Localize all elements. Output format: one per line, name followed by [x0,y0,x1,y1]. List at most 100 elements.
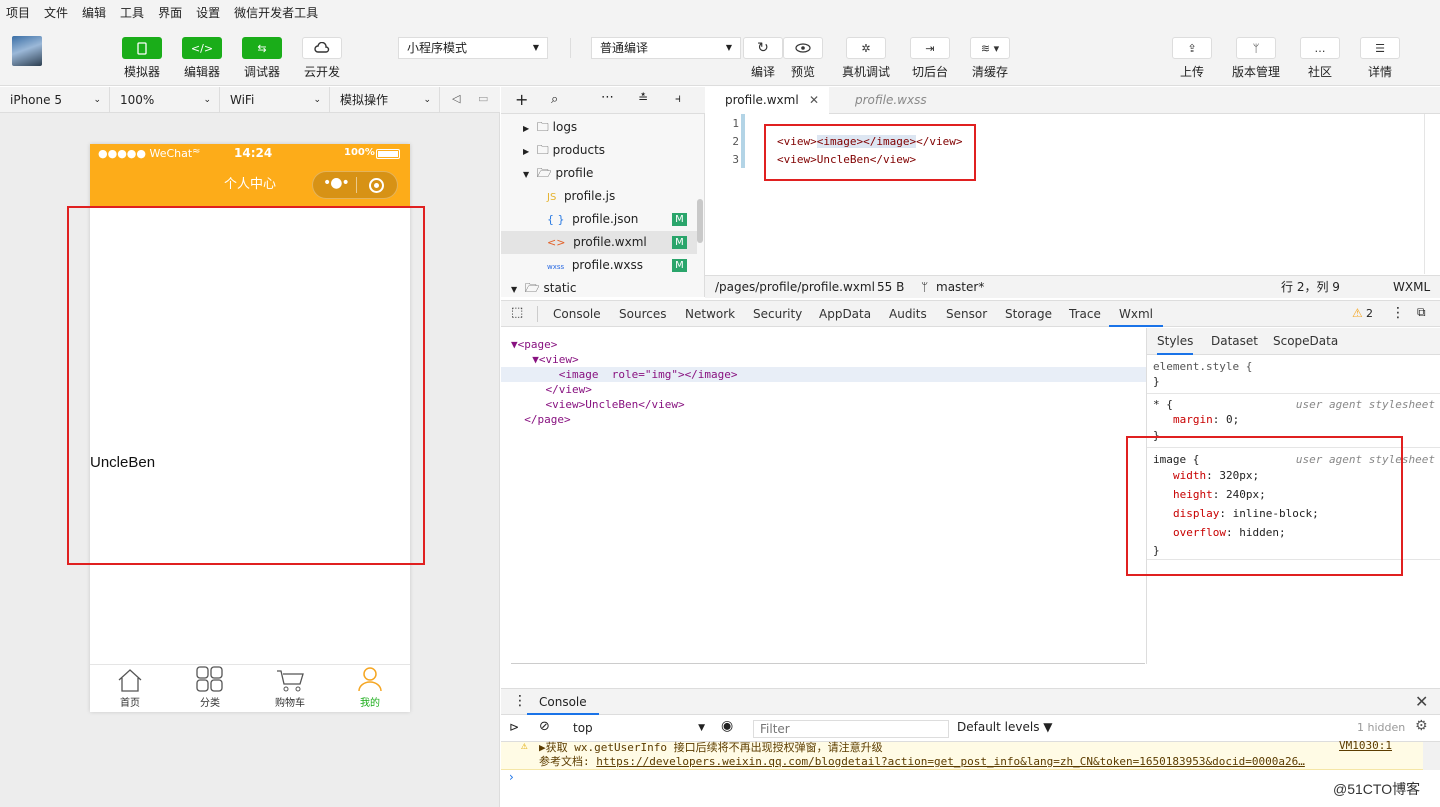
menu-item-project[interactable]: 项目 [6,4,30,21]
filter-input[interactable] [753,720,949,738]
tree-item-products[interactable]: ▶ 🗀 products [501,139,697,162]
more-dots-icon[interactable]: •●• [323,175,350,191]
tab-storage[interactable]: Storage [1005,301,1052,327]
tree-item-logs[interactable]: ▶ 🗀 logs [501,116,697,139]
menu-item-devtools[interactable]: 微信开发者工具 [234,4,318,21]
debugger-button[interactable]: ⇆ 调试器 [242,37,282,80]
editor-button[interactable]: </> 编辑器 [182,37,222,80]
tab-dataset[interactable]: Dataset [1211,328,1258,355]
status-branch[interactable]: master* [936,276,984,298]
close-icon[interactable]: ✕ [809,87,819,114]
tree-item-profile-wxml[interactable]: <> profile.wxml M [501,231,697,254]
tab-profile-wxss[interactable]: profile.wxss [829,87,953,114]
menu-item-tools[interactable]: 工具 [120,4,144,21]
search-icon[interactable]: ⌕ [551,92,558,107]
chevron-down-icon: ⌄ [423,95,431,105]
upload-cloud-icon: ⇪ [1172,37,1212,59]
tab-trace[interactable]: Trace [1069,301,1101,327]
clear-cache-button[interactable]: ≋ ▾ 清缓存 [970,37,1010,80]
clear-console-icon[interactable]: ⊘ [539,719,550,734]
volume-icon[interactable]: ◁ [452,92,460,105]
wxml-node-page-close[interactable]: </page> [511,413,570,426]
tree-item-static[interactable]: ▼ 🗁 static [501,277,697,300]
wxml-node-view-text[interactable]: <view>UncleBen</view> [519,398,684,411]
eye-icon[interactable]: ◉ [721,718,733,734]
device-select[interactable]: iPhone 5 ⌄ [0,87,110,113]
gear-icon[interactable]: ⚙ [1415,718,1428,734]
compile-select[interactable]: 普通编译 ▼ [591,37,741,59]
selector: * { [1153,398,1173,411]
real-debug-button[interactable]: ✲ 真机调试 [842,37,890,80]
wxml-node-image[interactable]: <image role="img"></image> [519,368,738,381]
community-button[interactable]: … 社区 [1300,37,1340,80]
tree-item-profile[interactable]: ▼ 🗁 profile [501,162,697,185]
details-button[interactable]: ☰ 详情 [1360,37,1400,80]
doc-link[interactable]: https://developers.weixin.qq.com/blogdet… [596,755,1305,768]
tree-item-profile-wxss[interactable]: wxss profile.wxss M [501,254,697,277]
compile-button[interactable]: ↻ 编译 [743,37,783,80]
sidebar-toggle-icon[interactable]: ⊳ [509,720,519,734]
background-button[interactable]: ⇥ 切后台 [910,37,950,80]
tree-item-profile-js[interactable]: JS profile.js [501,185,697,208]
more-icon[interactable]: ⋯ [601,90,614,105]
undock-icon[interactable]: ⧉ [1417,305,1426,320]
doc-prefix: 参考文档: [539,755,597,768]
warning-icon[interactable]: ⚠ [1352,306,1363,320]
close-circle-icon[interactable] [369,178,384,193]
kebab-menu-icon[interactable]: ⋮ [513,693,527,709]
window-icon[interactable]: ▭ [478,92,488,105]
tab-profile-wxml[interactable]: profile.wxml ✕ [705,87,829,114]
tree-item-label: profile.wxml [573,235,647,249]
menu-item-file[interactable]: 文件 [44,4,68,21]
tab-security[interactable]: Security [753,301,802,327]
status-cursor[interactable]: 行 2，列 9 [1281,276,1340,298]
cloud-button[interactable]: 云开发 [302,37,342,80]
console-prompt[interactable]: › @51CTO博客 [501,770,1440,807]
tab-sources[interactable]: Sources [619,301,666,327]
compile-label: 编译 [750,65,775,79]
scrollbar[interactable] [697,199,703,243]
tab-scopedata[interactable]: ScopeData [1273,328,1338,355]
close-icon[interactable]: ✕ [1415,692,1428,711]
capsule-menu[interactable]: •●• [312,171,398,199]
levels-select[interactable]: Default levels ▼ [957,720,1053,734]
tab-mine[interactable]: 我的 [330,665,410,712]
status-language[interactable]: WXML [1393,276,1430,298]
tab-label: profile.wxml [725,93,799,107]
menu-item-view[interactable]: 界面 [158,4,182,21]
tree-item-profile-json[interactable]: { } profile.json M [501,208,697,231]
operation-select[interactable]: 模拟操作 ⌄ [330,87,440,113]
inspect-icon[interactable]: ⬚ [511,305,523,320]
wxml-node-page[interactable]: ▼<page> [511,338,557,351]
version-button[interactable]: ᛘ 版本管理 [1232,37,1280,80]
upload-button[interactable]: ⇪ 上传 [1172,37,1212,80]
tab-category[interactable]: 分类 [170,665,250,712]
avatar[interactable] [12,36,42,66]
tab-console-drawer[interactable]: Console [527,689,599,715]
tab-console[interactable]: Console [553,301,601,327]
tab-appdata[interactable]: AppData [819,301,871,327]
wxml-node-view-close[interactable]: </view> [519,383,591,396]
tab-wxml[interactable]: Wxml [1109,301,1163,327]
network-select[interactable]: WiFi ⌄ [220,87,330,113]
tab-cart[interactable]: 购物车 [250,665,330,712]
collapse-icon[interactable]: ≛ [638,91,648,105]
menu-item-settings[interactable]: 设置 [196,4,220,21]
wxml-node-view[interactable]: ▼<view> [519,353,578,366]
zoom-select[interactable]: 100% ⌄ [110,87,220,113]
context-select[interactable]: top ▼ [563,719,707,738]
add-icon[interactable]: + [515,90,528,109]
kebab-menu-icon[interactable]: ⋮ [1391,305,1405,321]
menu-item-edit[interactable]: 编辑 [82,4,106,21]
simulator-button[interactable]: 模拟器 [122,37,162,80]
tab-styles[interactable]: Styles [1157,328,1193,355]
tab-sensor[interactable]: Sensor [946,301,987,327]
tab-label: 我的 [360,698,380,709]
preview-button[interactable]: 预览 [783,37,823,80]
tab-home[interactable]: 首页 [90,665,170,712]
split-icon[interactable]: ⫞ [675,91,681,106]
warning-source-link[interactable]: VM1030:1 [1339,739,1392,752]
tab-audits[interactable]: Audits [889,301,927,327]
tab-network[interactable]: Network [685,301,735,327]
mode-select[interactable]: 小程序模式 ▼ [398,37,548,59]
